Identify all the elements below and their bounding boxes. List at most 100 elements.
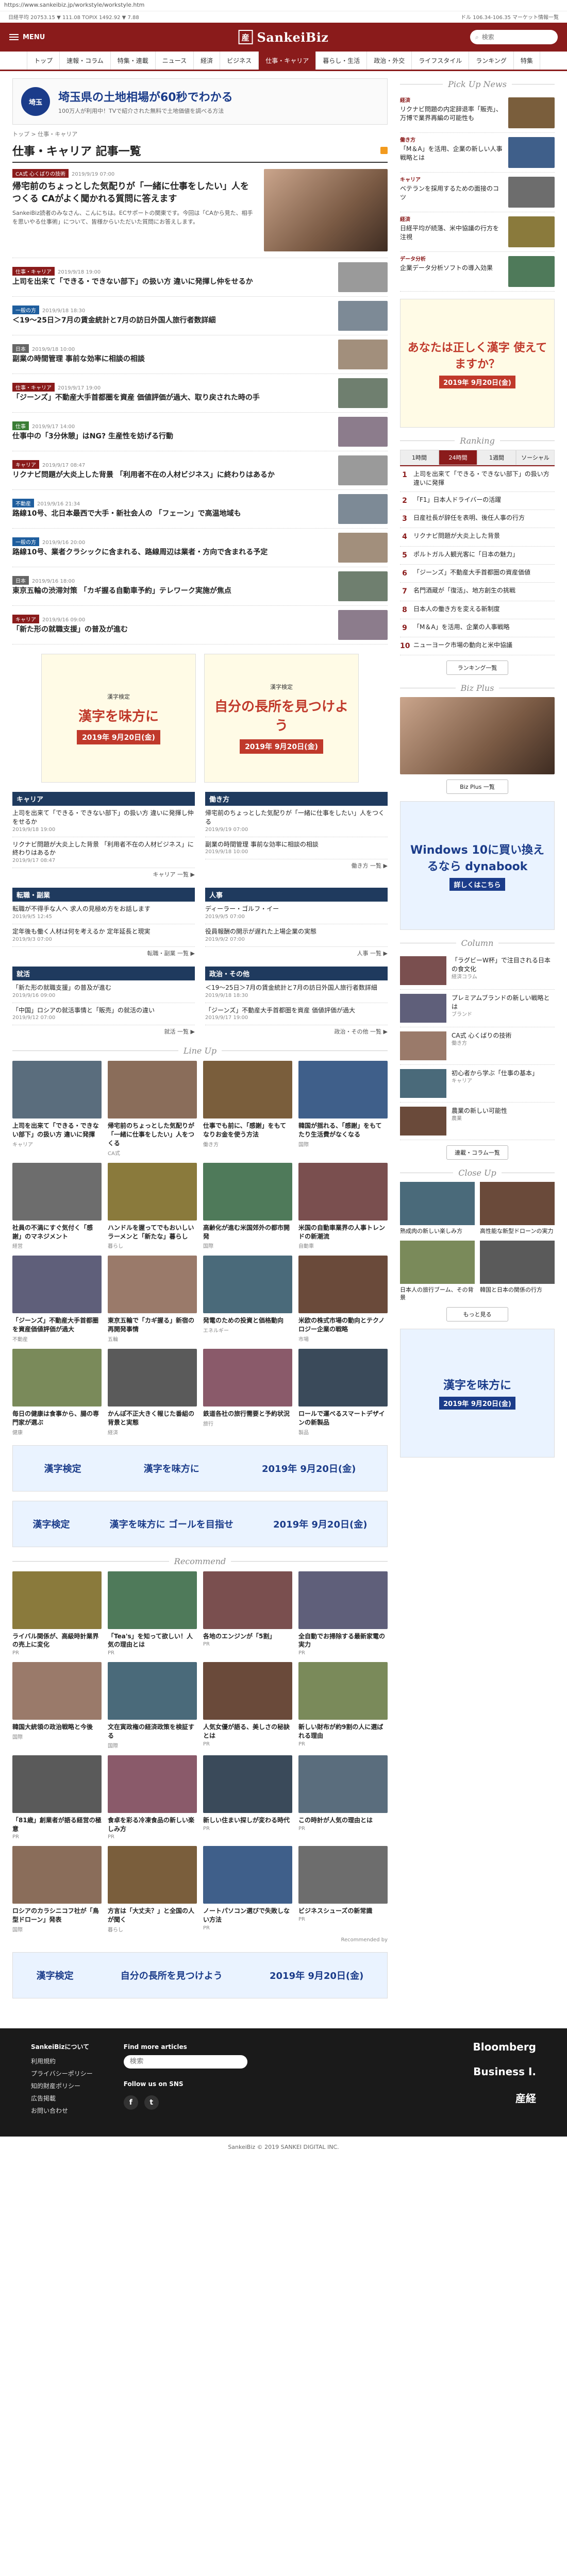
lineup-tile[interactable]: 東京五輪で「カギ握る」新宿の再開発事情 五輪 — [108, 1256, 197, 1343]
column-title[interactable]: プレミアムブランドの新しい戦略とは — [452, 994, 555, 1011]
column-title[interactable]: 農業の新しい可能性 — [452, 1107, 507, 1115]
bizplus-more-button[interactable]: Biz Plus 一覧 — [446, 779, 508, 794]
pickup-title[interactable]: ベテランを採用するための面接のコツ — [400, 184, 503, 202]
column-thumbnail[interactable] — [400, 1107, 446, 1136]
article-title[interactable]: 路線10号、北日本最西で大手・新社会人の 「フェーン」で高温地域も — [12, 509, 332, 519]
ranking-tab[interactable]: ソーシャル — [516, 450, 555, 465]
lineup-title[interactable]: 社員の不満にすぐ気付く「感謝」のマネジメント — [12, 1224, 102, 1241]
recommend-photo[interactable] — [108, 1662, 197, 1720]
column-thumbnail[interactable] — [400, 1069, 446, 1098]
site-logo[interactable]: 産 SankeiBiz — [238, 30, 329, 45]
recommend-title[interactable]: 文在寅政権の経済政策を検証する — [108, 1723, 197, 1740]
article-row[interactable]: 日本 2019/9/18 10:00 副業の時間管理 事前な効率に相談の相談 — [12, 335, 388, 374]
recommend-title[interactable]: ビジネスシューズの新常識 — [298, 1907, 388, 1916]
lineup-title[interactable]: 帰宅前のちょっとした気配りが「一緒に仕事をしたい」人をつくる — [108, 1122, 197, 1147]
category-item[interactable]: 「ジーンズ」不動産大手首都圏を資産 価値評価が過大 2019/9/17 19:00 — [205, 1003, 388, 1026]
partner-logo[interactable]: Bloomberg — [473, 2041, 536, 2053]
lineup-tile[interactable]: 毎日の健康は食事から、腸の専門家が選ぶ 健康 — [12, 1348, 102, 1436]
closeup-caption[interactable]: 高性能な新型ドローンの実力 — [480, 1227, 555, 1235]
pickup-item[interactable]: 経済 日経平均が続落、米中協議の行方を注視 — [400, 212, 555, 252]
lineup-photo[interactable] — [203, 1061, 292, 1119]
category-item-title[interactable]: 帰宅前のちょっとした気配りが「一緒に仕事をしたい」人をつくる — [205, 809, 388, 826]
recommend-tile[interactable]: ノートパソコン選びで失敗しない方法 PR — [203, 1846, 292, 1933]
bizplus-photo[interactable] — [400, 697, 555, 775]
ranking-title[interactable]: 「ジーンズ」不動産大手首都圏の資産価値 — [413, 568, 530, 579]
category-item[interactable]: 役員報酬の開示が遅れた上場企業の実態 2019/9/2 07:00 — [205, 924, 388, 947]
article-thumbnail[interactable] — [338, 301, 388, 331]
recommend-title[interactable]: 各地のエンジンが「5割」 — [203, 1632, 292, 1641]
ranking-item[interactable]: 3 日産社長が辞任を表明、後任人事の行方 — [400, 510, 555, 529]
article-row[interactable]: 仕事 2019/9/17 14:00 仕事中の「3分休憩」はNG? 生産性を妨げる行… — [12, 413, 388, 451]
lineup-title[interactable]: ロールで運べるスマートデザインの新製品 — [298, 1410, 388, 1427]
article-title[interactable]: リクナビ問題が大炎上した背景 「利用者不在の人材ビジネス」に終わりはあるか — [12, 470, 332, 481]
lineup-tile[interactable]: 上司を出来て「できる・できない部下」の扱い方 違いに発揮 キャリア — [12, 1061, 102, 1156]
rss-icon[interactable] — [380, 147, 388, 154]
article-title[interactable]: 仕事中の「3分休憩」はNG? 生産性を妨げる行動 — [12, 432, 332, 442]
recommend-tile[interactable]: 韓国大統領の政治戦略と今後 国際 — [12, 1662, 102, 1749]
recommend-title[interactable]: 「Tea's」を知って欲しい！人気の理由とは — [108, 1632, 197, 1650]
lineup-title[interactable]: 毎日の健康は食事から、腸の専門家が選ぶ — [12, 1410, 102, 1427]
lineup-tile[interactable]: 仕事でも前に、「感謝」をもてなりお金を使う方法 働き方 — [203, 1061, 292, 1156]
url-bar[interactable]: https://www.sankeibiz.jp/workstyle/works… — [0, 0, 567, 11]
article-thumbnail[interactable] — [338, 455, 388, 485]
ranking-tab[interactable]: 1時間 — [400, 450, 439, 465]
nav-item[interactable]: ライフスタイル — [412, 52, 470, 70]
breadcrumb[interactable]: トップ > 仕事・キャリア — [12, 130, 388, 138]
lineup-title[interactable]: 上司を出来て「できる・できない部下」の扱い方 違いに発揮 — [12, 1122, 102, 1139]
closeup-caption[interactable]: 日本人の旅行ブーム、その背景 — [400, 1286, 475, 1302]
category-heading[interactable]: 転職・副業 — [12, 888, 195, 902]
category-item[interactable]: 「新た形の就職支援」の普及が進む 2019/9/16 09:00 — [12, 980, 195, 1003]
closeup-caption[interactable]: 熟成肉の新しい楽しみ方 — [400, 1227, 475, 1235]
article-row[interactable]: 仕事・キャリア 2019/9/18 19:00 上司を出来て「できる・できない部下」… — [12, 258, 388, 297]
ranking-item[interactable]: 9 「M＆A」を活用、企業の人事戦略 — [400, 619, 555, 638]
side-ad-1[interactable]: あなたは正しく漢字 使えてますか？ 2019年 9月20日(金) — [400, 299, 555, 428]
category-heading[interactable]: 政治・その他 — [205, 966, 388, 980]
recommend-tile[interactable]: 「Tea's」を知って欲しい！人気の理由とは PR — [108, 1571, 197, 1656]
lineup-tile[interactable]: 米欧の株式市場の動向とテクノロジー企業の戦略 市場 — [298, 1256, 388, 1343]
category-item-title[interactable]: 「中国」ロシアの就活事情と「販売」の就活の違い — [12, 1006, 195, 1015]
article-thumbnail[interactable] — [338, 378, 388, 408]
column-item[interactable]: 農業の新しい可能性 農業 — [400, 1103, 555, 1141]
promo-banner[interactable]: 漢字検定 自分の長所を見つけよう 2019年 9月20日(金) — [204, 654, 359, 783]
lineup-title[interactable]: 仕事でも前に、「感謝」をもてなりお金を使う方法 — [203, 1122, 292, 1139]
article-row[interactable]: 不動産 2019/9/16 21:34 路線10号、北日本最西で大手・新社会人の 「… — [12, 490, 388, 529]
recommend-photo[interactable] — [298, 1755, 388, 1813]
pickup-title[interactable]: 企業データ分析ソフトの導入効果 — [400, 264, 503, 273]
recommend-tile[interactable]: 人気女優が語る、美しさの秘訣とは PR — [203, 1662, 292, 1749]
recommend-tile[interactable]: ロシアのカラシニコフ社が「鳥型ドローン」発表 国際 — [12, 1846, 102, 1933]
pickup-thumbnail[interactable] — [508, 137, 555, 168]
article-thumbnail[interactable] — [338, 494, 388, 524]
lineup-title[interactable]: 米国の自動車業界の人事トレンドの新潮流 — [298, 1224, 388, 1241]
category-item[interactable]: 転職が不得手な人へ 求人の見極め方をお話します 2019/9/5 12:45 — [12, 902, 195, 924]
column-item[interactable]: 「ラグビーW杯」で注目される日本の食文化 経済コラム — [400, 952, 555, 990]
closeup-caption[interactable]: 韓国と日本の関係の行方 — [480, 1286, 555, 1294]
pickup-title[interactable]: 日経平均が続落、米中協議の行方を注視 — [400, 224, 503, 242]
lineup-tile[interactable]: ハンドルを握ってでもおいしいラーメンと「新たな」暮らし 暮らし — [108, 1162, 197, 1249]
ranking-item[interactable]: 8 日本人の働き方を変える新制度 — [400, 601, 555, 619]
lineup-tile[interactable]: 鉄道各社の旅行需要と予約状況 旅行 — [203, 1348, 292, 1436]
ranking-item[interactable]: 2 「F1」日本人ドライバーの活躍 — [400, 492, 555, 511]
lineup-tile[interactable]: ロールで運べるスマートデザインの新製品 製品 — [298, 1348, 388, 1436]
wide-promo[interactable]: 漢字検定 漢字を味方に 2019年 9月20日(金) — [12, 1445, 388, 1492]
category-more-link[interactable]: 人事 一覧 ▶ — [205, 947, 388, 959]
recommend-tile[interactable]: 各地のエンジンが「5割」 PR — [203, 1571, 292, 1656]
category-more-link[interactable]: 転職・副業 一覧 ▶ — [12, 947, 195, 959]
recommend-photo[interactable] — [108, 1571, 197, 1629]
pickup-item[interactable]: 働き方 「M＆A」を活用、企業の新しい人事戦略とは — [400, 133, 555, 173]
nav-item[interactable]: ランキング — [469, 52, 514, 70]
category-item-title[interactable]: 転職が不得手な人へ 求人の見極め方をお話します — [12, 905, 195, 913]
lineup-photo[interactable] — [108, 1061, 197, 1119]
article-title[interactable]: ＜19～25日＞7月の賃金統計と7月の訪日外国人旅行者数詳細 — [12, 316, 332, 326]
recommend-photo[interactable] — [108, 1755, 197, 1813]
header-search[interactable]: ⌕ — [470, 30, 558, 44]
category-more-link[interactable]: 働き方 一覧 ▶ — [205, 859, 388, 872]
column-item[interactable]: 初心者から学ぶ「仕事の基本」 キャリア — [400, 1065, 555, 1103]
article-row[interactable]: 仕事・キャリア 2019/9/17 19:00 「ジーンズ」不動産大手首都圏を資産 … — [12, 374, 388, 413]
nav-item[interactable]: 特集 — [514, 52, 540, 70]
lineup-photo[interactable] — [298, 1061, 388, 1119]
ranking-item[interactable]: 6 「ジーンズ」不動産大手首都圏の資産価値 — [400, 565, 555, 583]
recommend-photo[interactable] — [12, 1755, 102, 1813]
lineup-photo[interactable] — [203, 1348, 292, 1406]
recommend-tile[interactable]: 新しい住まい探しが変わる時代 PR — [203, 1755, 292, 1840]
article-title[interactable]: 「新た形の就職支援」の普及が進む — [12, 625, 332, 635]
